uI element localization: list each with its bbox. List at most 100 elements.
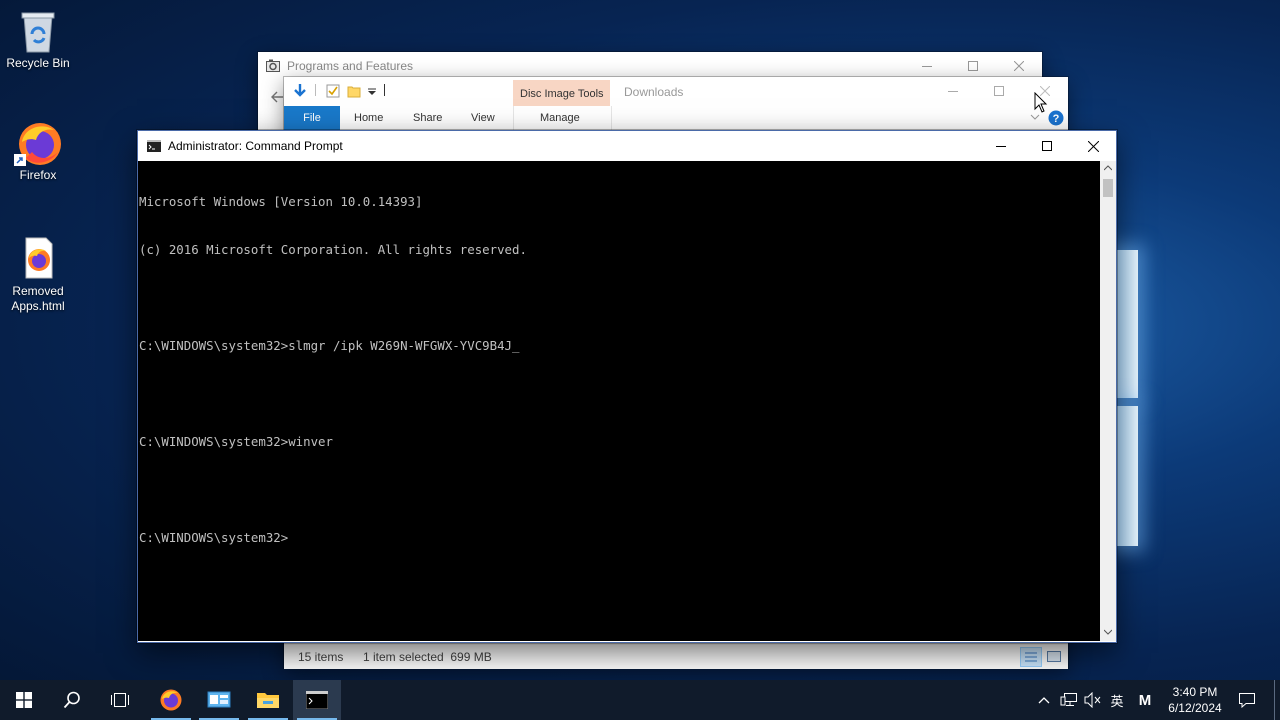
network-icon [1060, 693, 1077, 706]
network-button[interactable] [1058, 680, 1080, 720]
new-folder-icon[interactable] [347, 84, 361, 98]
volume-muted-icon [1084, 692, 1101, 708]
scroll-down-icon[interactable] [1104, 629, 1112, 635]
selection-info: 1 item selected 699 MB [363, 650, 492, 664]
firefox-icon [14, 120, 61, 166]
maximize-icon [968, 61, 978, 71]
close-button[interactable] [996, 52, 1042, 80]
desktop-icon-label: Apps.html [11, 299, 65, 313]
show-desktop-button[interactable] [1274, 680, 1275, 720]
notification-icon [1239, 693, 1255, 708]
context-tab-label: Disc Image Tools [520, 88, 604, 100]
customize-quick-access-icon[interactable] [368, 88, 376, 96]
start-icon [16, 692, 32, 708]
firefox-html-file-icon [16, 236, 60, 280]
action-center-button[interactable] [1232, 680, 1262, 720]
tab-manage[interactable]: Manage [540, 112, 580, 124]
tab-view[interactable]: View [471, 112, 495, 124]
clock-time: 3:40 PM [1172, 685, 1218, 699]
close-icon [1014, 61, 1024, 71]
desktop-icon-label: Recycle Bin [6, 56, 70, 70]
maximize-icon [994, 86, 1004, 96]
file-explorer-icon [257, 693, 279, 708]
item-count: 15 items [298, 650, 344, 664]
taskbar-firefox[interactable] [147, 680, 195, 720]
details-view-icon [1025, 652, 1037, 662]
large-icons-view-icon [1047, 651, 1061, 662]
minimize-button[interactable] [930, 77, 976, 105]
task-view-button[interactable] [96, 680, 144, 720]
command-prompt-icon [147, 140, 161, 152]
volume-button[interactable] [1082, 680, 1104, 720]
control-panel-icon [207, 691, 231, 708]
close-button[interactable] [1070, 131, 1116, 161]
chevron-up-icon [1038, 697, 1050, 704]
ime-language-indicator[interactable]: 英 [1106, 680, 1128, 720]
window-title: Administrator: Command Prompt [168, 139, 343, 153]
recycle-bin-icon [16, 8, 60, 53]
tab-share[interactable]: Share [413, 112, 442, 124]
console-line: (c) 2016 Microsoft Corporation. All righ… [139, 242, 527, 257]
status-bar: 15 items 1 item selected 699 MB [284, 644, 1068, 669]
maximize-button[interactable] [950, 52, 996, 80]
desktop-icon-label: Firefox [19, 168, 57, 182]
clock[interactable]: 3:40 PM 6/12/2024 [1162, 680, 1228, 720]
taskbar: 英 M 3:40 PM 6/12/2024 [0, 680, 1280, 720]
desktop-icon-recycle-bin[interactable]: Recycle Bin [0, 8, 76, 71]
desktop-icon-label: Removed [12, 284, 64, 298]
firefox-icon [160, 689, 182, 711]
details-view-button[interactable] [1020, 647, 1042, 667]
title-bar[interactable]: Administrator: Command Prompt [138, 131, 1116, 161]
help-icon[interactable]: ? [1048, 110, 1064, 126]
scroll-up-icon[interactable] [1104, 165, 1112, 171]
programs-features-icon [266, 59, 280, 72]
taskbar-file-explorer[interactable] [244, 680, 292, 720]
large-icons-view-button[interactable] [1043, 647, 1065, 667]
start-button[interactable] [0, 680, 48, 720]
tab-file[interactable]: File [284, 106, 340, 130]
minimize-button[interactable] [978, 131, 1024, 161]
console-line: C:\WINDOWS\system32>slmgr /ipk W269N-WFG… [139, 338, 520, 353]
ime-mode-indicator[interactable]: M [1132, 680, 1158, 720]
console-output[interactable]: Microsoft Windows [Version 10.0.14393] (… [138, 161, 1100, 641]
close-icon [1087, 140, 1099, 152]
tab-home[interactable]: Home [354, 112, 383, 124]
console-line: Microsoft Windows [Version 10.0.14393] [139, 194, 423, 209]
tab-manage-wrapper: Manage [513, 106, 612, 130]
command-prompt-window[interactable]: Administrator: Command Prompt Microsoft … [137, 130, 1117, 643]
maximize-button[interactable] [1024, 131, 1070, 161]
download-arrow-icon [294, 84, 306, 97]
properties-icon[interactable] [326, 84, 340, 98]
show-hidden-icons-button[interactable] [1034, 680, 1054, 720]
taskbar-control-panel[interactable] [195, 680, 243, 720]
clock-date: 6/12/2024 [1168, 701, 1222, 715]
search-button[interactable] [48, 680, 96, 720]
title-bar[interactable]: Programs and Features [258, 52, 1042, 80]
command-prompt-icon [306, 691, 328, 709]
svg-text:?: ? [1053, 113, 1060, 125]
desktop-icon-removed-apps[interactable]: Removed Apps.html [0, 236, 76, 314]
minimize-icon [922, 66, 932, 67]
minimize-button[interactable] [904, 52, 950, 80]
scroll-thumb[interactable] [1103, 179, 1113, 197]
maximize-icon [1042, 141, 1052, 151]
console-line: C:\WINDOWS\system32>winver [139, 434, 333, 449]
minimize-icon [996, 146, 1006, 147]
expand-ribbon-icon[interactable] [1030, 113, 1040, 121]
window-title: Programs and Features [287, 59, 414, 73]
minimize-icon [948, 91, 958, 92]
title-bar[interactable]: Disc Image Tools Downloads [284, 77, 1068, 106]
vertical-scrollbar[interactable] [1100, 161, 1116, 641]
task-view-icon [111, 693, 129, 707]
window-title: Downloads [624, 85, 684, 99]
desktop-icon-firefox[interactable]: Firefox [0, 120, 76, 183]
maximize-button[interactable] [976, 77, 1022, 105]
mouse-cursor-icon [1034, 92, 1048, 113]
shortcut-arrow-icon [14, 154, 26, 166]
taskbar-command-prompt[interactable] [293, 680, 341, 720]
console-prompt: C:\WINDOWS\system32> [139, 530, 289, 545]
back-arrow-icon[interactable] [270, 90, 284, 104]
